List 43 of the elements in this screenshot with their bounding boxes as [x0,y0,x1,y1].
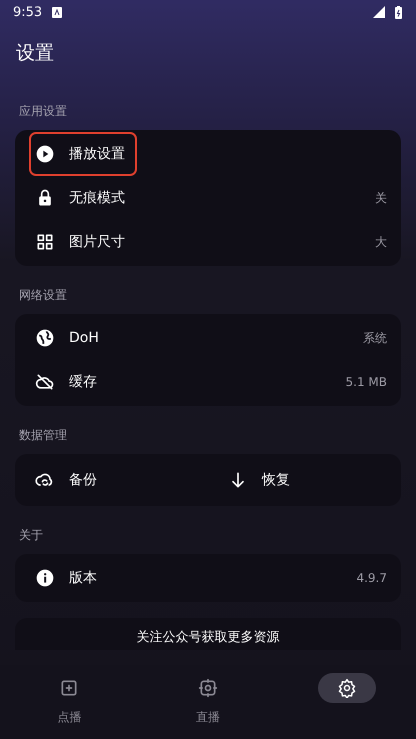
section-label: 数据管理 [18,427,68,444]
setting-value: 关 [375,190,387,206]
promo-text: 关注公众号获取更多资源 [136,629,280,647]
status-time: 9:53 [13,4,42,20]
globe-icon [35,328,55,348]
page-title: 设置 [15,41,55,66]
add-icon [59,678,80,698]
play-icon [35,144,55,164]
section-label: 网络设置 [18,287,68,304]
section-label: 关于 [18,527,44,544]
signal-icon [373,6,385,18]
settings-row[interactable]: 图片尺寸 大 [15,220,401,264]
settings-row[interactable]: 无痕模式 关 [15,176,401,220]
setting-label: 播放设置 [69,145,125,163]
setting-value: 系统 [363,330,387,346]
settings-row[interactable]: DoH 系统 [15,316,401,360]
nav-label: 点播 [57,709,82,726]
nav-tab[interactable]: 点播 [0,665,139,739]
notification-icon [52,6,62,18]
setting-value: 5.1 MB [346,375,387,389]
setting-label: 版本 [69,569,97,587]
settings-icon [336,678,357,698]
battery-icon [395,6,402,18]
settings-row[interactable]: 版本 4.9.7 [15,556,401,600]
action-label: 备份 [69,471,97,489]
nav-label: 直播 [196,709,220,726]
setting-label: 图片尺寸 [69,233,125,251]
settings-row[interactable]: 播放设置 [15,132,401,176]
action-button[interactable]: 恢复 [208,456,401,504]
setting-label: DoH [69,330,99,346]
target-icon [198,678,218,698]
setting-value: 大 [375,234,387,250]
action-label: 恢复 [262,471,290,489]
action-button[interactable]: 备份 [15,456,208,504]
info-icon [35,568,55,588]
cloud-off-icon [35,372,55,392]
section-label: 应用设置 [18,103,68,120]
grid-icon [35,232,55,252]
setting-label: 无痕模式 [69,189,125,207]
settings-row[interactable]: 缓存 5.1 MB [15,360,401,404]
setting-label: 缓存 [69,373,97,391]
setting-value: 4.9.7 [356,571,387,585]
nav-tab[interactable]: 直播 [138,665,278,739]
